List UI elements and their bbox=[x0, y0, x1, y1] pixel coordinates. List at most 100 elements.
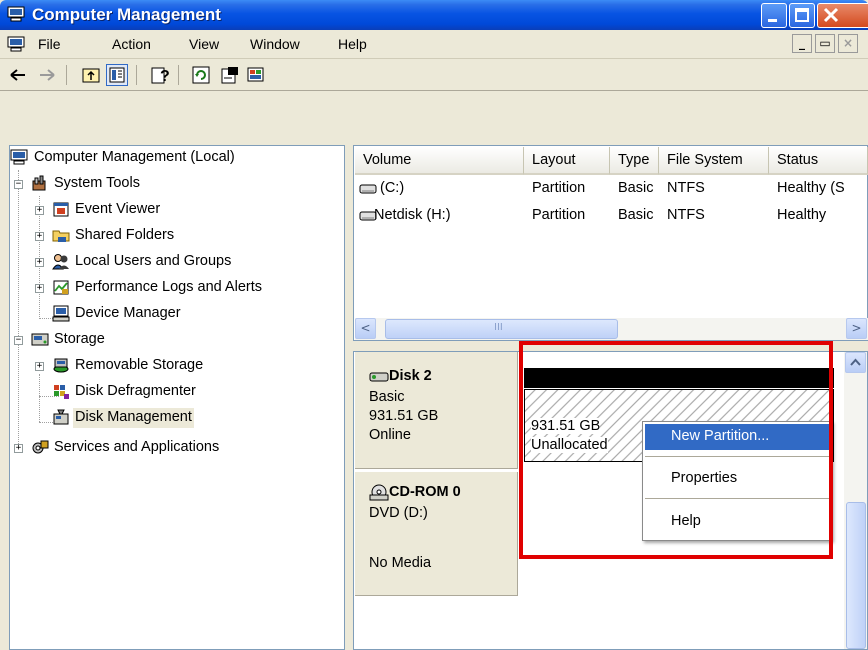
disk-2-size: 931.51 GB bbox=[369, 408, 439, 424]
child-restore-button[interactable]: ▭ bbox=[815, 34, 835, 53]
tree-item-disk-management[interactable]: Disk Management bbox=[73, 408, 194, 428]
disk-2-name: Disk 2 bbox=[389, 368, 432, 384]
cd-rom-0-name: CD-ROM 0 bbox=[389, 484, 461, 500]
maximize-icon bbox=[795, 8, 809, 22]
minimize-icon bbox=[768, 19, 777, 22]
tree-item-disk-defragmenter[interactable]: Disk Defragmenter bbox=[73, 382, 198, 402]
cd-rom-0-type: DVD (D:) bbox=[369, 505, 428, 521]
tree-expander-services-and-applications[interactable]: + bbox=[14, 444, 23, 453]
volume-list[interactable]: Volume Layout Type File System Status (C… bbox=[353, 145, 868, 341]
tree-item-services-and-applications[interactable]: Services and Applications bbox=[52, 438, 221, 458]
column-header-file-system[interactable]: File System bbox=[659, 147, 769, 175]
menu-bar: File Action View Window Help _ ▭ × bbox=[0, 30, 868, 59]
tree-expander-local-users[interactable]: + bbox=[35, 258, 44, 267]
forward-arrow-icon[interactable] bbox=[36, 64, 58, 86]
disk-management-icon bbox=[53, 409, 69, 425]
cd-rom-icon bbox=[369, 484, 389, 501]
disk-2-status: Online bbox=[369, 427, 411, 443]
tree-item-local-users-and-groups[interactable]: Local Users and Groups bbox=[73, 252, 233, 272]
menu-file[interactable]: File bbox=[38, 36, 61, 52]
performance-logs-icon bbox=[53, 280, 69, 295]
storage-icon bbox=[31, 333, 49, 346]
removable-storage-icon bbox=[53, 358, 69, 373]
tree-item-computer-management[interactable]: Computer Management (Local) bbox=[32, 148, 237, 168]
shared-folder-icon bbox=[52, 230, 70, 242]
properties-icon[interactable] bbox=[219, 64, 241, 86]
tree-item-removable-storage[interactable]: Removable Storage bbox=[73, 356, 205, 376]
minimize-button[interactable] bbox=[761, 3, 787, 28]
svg-text:?: ? bbox=[160, 68, 170, 85]
tree-expander-shared-folders[interactable]: + bbox=[35, 232, 44, 241]
menu-view[interactable]: View bbox=[189, 36, 219, 52]
column-header-volume[interactable]: Volume bbox=[355, 147, 524, 175]
minimize-icon: _ bbox=[799, 36, 805, 50]
title-bar[interactable]: Computer Management bbox=[0, 0, 868, 30]
menu-action[interactable]: Action bbox=[112, 36, 151, 52]
toolbar-separator bbox=[178, 65, 179, 85]
scroll-left-button[interactable]: < bbox=[355, 318, 376, 339]
tree-expander-removable-storage[interactable]: + bbox=[35, 362, 44, 371]
scroll-thumb-grip: III bbox=[494, 322, 503, 333]
services-applications-icon bbox=[32, 440, 49, 454]
volume-row-1-type: Basic bbox=[618, 180, 654, 196]
tree-expander-event-viewer[interactable]: + bbox=[35, 206, 44, 215]
tree-item-event-viewer[interactable]: Event Viewer bbox=[73, 200, 162, 220]
volume-row-2-type: Basic bbox=[618, 207, 654, 223]
close-icon: × bbox=[842, 36, 854, 50]
show-hide-tree-button[interactable] bbox=[106, 64, 128, 86]
toolbar-separator bbox=[66, 65, 67, 85]
highlight-annotation-box bbox=[519, 341, 833, 559]
menu-help[interactable]: Help bbox=[338, 36, 367, 52]
window-title: Computer Management bbox=[32, 5, 221, 24]
close-button[interactable] bbox=[817, 3, 868, 28]
up-folder-icon[interactable] bbox=[80, 64, 102, 86]
hard-disk-icon bbox=[369, 372, 389, 382]
event-viewer-icon bbox=[53, 202, 69, 217]
column-header-type[interactable]: Type bbox=[610, 147, 659, 175]
computer-management-icon bbox=[7, 6, 25, 22]
console-tree[interactable]: Computer Management (Local) − System Too… bbox=[9, 145, 345, 650]
tree-item-shared-folders[interactable]: Shared Folders bbox=[73, 226, 176, 246]
help-icon[interactable]: ? bbox=[149, 64, 171, 86]
toolbar: ? bbox=[0, 60, 868, 91]
horizontal-scrollbar[interactable]: < III > bbox=[355, 318, 868, 340]
disk-2-type: Basic bbox=[369, 389, 405, 405]
column-header-status[interactable]: Status bbox=[769, 147, 868, 175]
app-system-menu-icon[interactable] bbox=[7, 36, 25, 52]
tree-connector bbox=[18, 170, 19, 448]
child-close-button[interactable]: × bbox=[838, 34, 858, 53]
drive-icon bbox=[359, 184, 377, 194]
volume-row-2-name[interactable]: Netdisk (H:) bbox=[374, 207, 451, 223]
cd-rom-0-info-panel[interactable]: CD-ROM 0 DVD (D:) No Media bbox=[355, 472, 518, 596]
child-minimize-button[interactable]: _ bbox=[792, 34, 812, 53]
restore-icon: ▭ bbox=[819, 36, 831, 50]
volume-row-1-layout: Partition bbox=[532, 180, 586, 196]
device-manager-icon bbox=[52, 305, 70, 322]
scroll-up-button[interactable] bbox=[845, 352, 866, 373]
tree-expander-performance-logs[interactable]: + bbox=[35, 284, 44, 293]
tree-item-performance-logs-and-alerts[interactable]: Performance Logs and Alerts bbox=[73, 278, 264, 298]
back-arrow-icon[interactable] bbox=[7, 64, 29, 86]
tree-item-device-manager[interactable]: Device Manager bbox=[73, 304, 183, 324]
scroll-right-button[interactable]: > bbox=[846, 318, 867, 339]
system-tools-icon bbox=[32, 175, 46, 191]
disk-management-icon[interactable] bbox=[245, 64, 267, 86]
tree-item-system-tools[interactable]: System Tools bbox=[52, 174, 142, 194]
disk-defragmenter-icon bbox=[54, 385, 69, 399]
tree-item-storage[interactable]: Storage bbox=[52, 330, 107, 350]
horizontal-scroll-thumb[interactable]: III bbox=[385, 319, 618, 339]
cd-rom-0-status: No Media bbox=[369, 555, 432, 571]
vertical-scrollbar[interactable] bbox=[844, 352, 867, 649]
vertical-scroll-thumb[interactable] bbox=[846, 502, 866, 649]
volume-row-2-status: Healthy bbox=[777, 207, 827, 223]
tree-expander-system-tools[interactable]: − bbox=[14, 180, 23, 189]
computer-icon bbox=[10, 149, 28, 165]
tree-expander-storage[interactable]: − bbox=[14, 336, 23, 345]
volume-row-1-file-system: NTFS bbox=[667, 180, 705, 196]
refresh-icon[interactable] bbox=[190, 64, 212, 86]
menu-window[interactable]: Window bbox=[250, 36, 300, 52]
maximize-button[interactable] bbox=[789, 3, 815, 28]
volume-row-1-name[interactable]: (C:) bbox=[380, 180, 404, 196]
disk-2-info-panel[interactable]: Disk 2 Basic 931.51 GB Online bbox=[355, 352, 518, 469]
column-header-layout[interactable]: Layout bbox=[524, 147, 610, 175]
